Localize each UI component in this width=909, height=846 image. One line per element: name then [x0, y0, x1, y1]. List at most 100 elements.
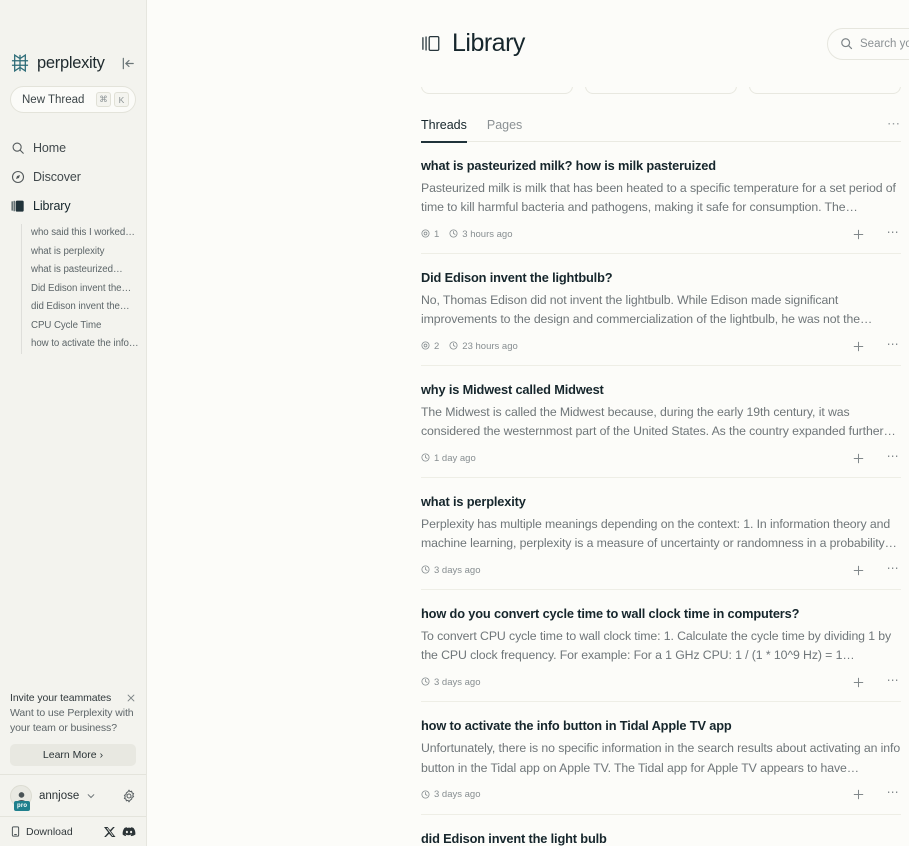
ellipsis-icon[interactable]: ⋯	[885, 562, 901, 578]
ellipsis-icon[interactable]: ⋯	[885, 786, 901, 803]
ellipsis-icon[interactable]: ⋯	[885, 450, 901, 466]
discord-icon[interactable]	[122, 825, 136, 839]
ellipsis-icon[interactable]: ⋯	[885, 674, 901, 690]
tab-pages[interactable]: Pages	[487, 112, 522, 142]
sidebar-footer: Download	[0, 816, 146, 846]
clock-icon	[421, 565, 431, 575]
tab-pages-label: Pages	[486, 117, 523, 132]
thread-title: Did Edison invent the lightbulb?	[421, 270, 613, 286]
thread-time: 3 hours ago	[449, 229, 512, 240]
thread-time-label: 3 days ago	[434, 789, 481, 801]
thread-views-count: 2	[434, 340, 440, 352]
search-icon	[840, 37, 853, 50]
app-root: perplexity New Thread ⌘ K Home Discover …	[0, 0, 909, 846]
plus-icon[interactable]	[850, 674, 866, 690]
sidebar-item-library-label: Library	[33, 198, 71, 213]
thread-title: what is pasteurized milk? how is milk pa…	[421, 158, 716, 173]
sidebar-collapse-icon[interactable]	[120, 55, 136, 71]
library-icon	[421, 33, 443, 55]
pro-badge: pro	[14, 800, 31, 811]
clock-icon	[421, 453, 431, 463]
sidebar-thread-link[interactable]: what is pasteurized…	[31, 261, 146, 280]
phone-download-icon	[10, 826, 21, 837]
user-name: annjose	[39, 789, 80, 802]
ellipsis-icon[interactable]: ⋯	[885, 226, 901, 242]
thread-card[interactable]: what is perplexity Perplexity has multip…	[421, 478, 901, 591]
sidebar-item-discover[interactable]: Discover	[0, 162, 146, 191]
new-thread-button[interactable]: New Thread ⌘ K	[10, 86, 136, 113]
views-icon	[421, 341, 431, 351]
plus-icon[interactable]	[850, 226, 866, 242]
sidebar-thread-link[interactable]: how to activate the info…	[31, 335, 146, 354]
learn-more-button[interactable]: Learn More ›	[10, 744, 136, 766]
library-scroll-region[interactable]: Threads Pages ⋯ what is pasteurized milk…	[147, 0, 909, 846]
thread-time-label: 1 day ago	[434, 452, 476, 464]
sidebar-thread-link[interactable]: what is perplexity	[31, 243, 146, 262]
plus-icon[interactable]	[850, 338, 866, 354]
thread-time: 3 days ago	[421, 789, 480, 800]
views-icon	[421, 229, 431, 239]
thread-meta: 3 days ago ⋯	[421, 674, 901, 690]
plus-icon[interactable]	[850, 562, 866, 578]
gear-icon[interactable]	[122, 788, 136, 803]
sidebar-thread-link[interactable]: CPU Cycle Time	[31, 317, 146, 336]
avatar: pro	[10, 784, 32, 811]
thread-card[interactable]: why is Midwest called Midwest The Midwes…	[421, 366, 901, 479]
ellipsis-icon[interactable]: ⋯	[887, 117, 901, 135]
sidebar-item-library[interactable]: Library	[0, 191, 146, 220]
thread-snippet: Pasteurized milk is milk that has been h…	[421, 181, 896, 215]
thread-card[interactable]: how do you convert cycle time to wall cl…	[421, 590, 901, 703]
thread-title: what is perplexity	[421, 494, 526, 510]
tab-threads[interactable]: Threads	[421, 112, 467, 143]
sidebar: perplexity New Thread ⌘ K Home Discover …	[0, 0, 147, 846]
learn-more-label: Learn More	[42, 749, 97, 761]
ellipsis-icon[interactable]: ⋯	[885, 338, 901, 354]
thread-time-label: 3 days ago	[434, 564, 481, 576]
page-title: Library	[452, 29, 525, 57]
chevron-down-icon[interactable]	[86, 791, 96, 801]
sidebar-item-discover-label: Discover	[33, 169, 81, 184]
kbd-k: K	[114, 92, 129, 107]
thread-title: why is Midwest called Midwest	[421, 382, 604, 398]
thread-time: 1 day ago	[421, 453, 476, 464]
library-center-column: Threads Pages ⋯ what is pasteurized milk…	[421, 0, 901, 846]
search-input[interactable]: Search yo	[827, 27, 909, 60]
thread-card[interactable]: did Edison invent the light bulb Thomas …	[421, 815, 901, 846]
plus-icon[interactable]	[850, 450, 866, 466]
download-label[interactable]: Download	[26, 826, 73, 838]
sidebar-item-home-label: Home	[33, 140, 66, 155]
tab-threads-label: Threads	[421, 117, 467, 132]
sidebar-nav: Home Discover Library who said this I wo…	[0, 133, 146, 354]
thread-snippet: Perplexity has multiple meanings dependi…	[421, 517, 897, 551]
clock-icon	[421, 790, 431, 800]
thread-title: how do you convert cycle time to wall cl…	[421, 606, 800, 622]
new-thread-shortcut: ⌘ K	[96, 92, 129, 107]
perplexity-logo-icon	[9, 52, 31, 74]
sidebar-item-home[interactable]: Home	[0, 133, 146, 162]
thread-title: did Edison invent the light bulb	[421, 830, 607, 846]
user-profile-row[interactable]: pro annjose	[0, 774, 146, 816]
brand-name: perplexity	[37, 53, 105, 72]
page-title-wrap: Library	[421, 29, 525, 58]
invite-title: Invite your teammates	[10, 691, 112, 704]
thread-snippet: To convert CPU cycle time to wall clock …	[421, 629, 892, 663]
thread-time-label: 23 hours ago	[462, 340, 518, 352]
thread-card[interactable]: how to activate the info button in Tidal…	[421, 702, 901, 815]
sidebar-thread-link[interactable]: who said this I worked…	[31, 224, 146, 243]
plus-icon[interactable]	[850, 787, 866, 803]
invite-teammates-card: Invite your teammates Want to use Perple…	[8, 684, 138, 766]
search-placeholder: Search yo	[860, 37, 909, 50]
close-icon[interactable]	[125, 693, 136, 704]
search-icon	[10, 140, 25, 155]
thread-views: 2	[421, 341, 439, 352]
thread-meta: 2 23 hours ago ⋯	[421, 338, 901, 354]
sidebar-thread-link[interactable]: did Edison invent the…	[31, 298, 146, 317]
thread-snippet: Unfortunately, there is no specific info…	[421, 741, 901, 775]
x-twitter-icon[interactable]	[103, 825, 117, 839]
library-icon	[10, 198, 25, 213]
thread-card[interactable]: what is pasteurized milk? how is milk pa…	[421, 142, 901, 255]
thread-card[interactable]: Did Edison invent the lightbulb? No, Tho…	[421, 254, 901, 367]
library-tabs: Threads Pages ⋯	[421, 112, 901, 143]
clock-icon	[449, 229, 459, 239]
sidebar-thread-link[interactable]: Did Edison invent the…	[31, 280, 146, 299]
